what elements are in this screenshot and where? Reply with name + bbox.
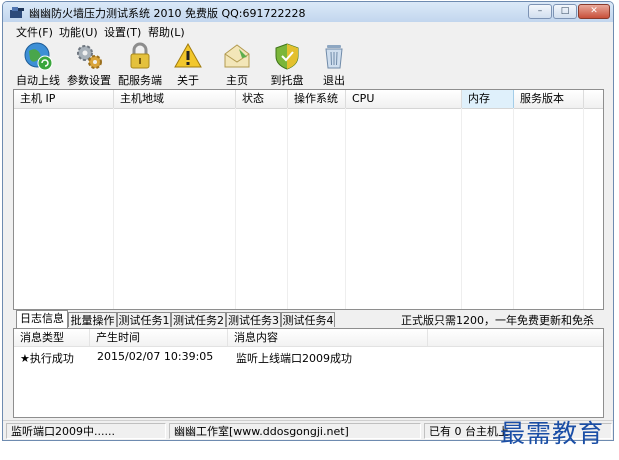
about-label: 关于 [177, 74, 199, 87]
log-message-content: 监听上线端口2009成功 [236, 352, 352, 365]
column-message-type[interactable]: 消息类型 [14, 329, 90, 346]
menu-file[interactable]: 文件(F) [16, 24, 53, 40]
gears-icon [77, 45, 102, 69]
host-list-header: 主机 IP 主机地域 状态 操作系统 CPU 内存 服务版本 [14, 90, 603, 109]
menu-bar: 文件(F) 功能(U) 设置(T) 帮助(L) [3, 22, 613, 39]
host-list[interactable]: 主机 IP 主机地域 状态 操作系统 CPU 内存 服务版本 [13, 89, 604, 310]
column-divider [235, 108, 236, 309]
envelope-icon [224, 44, 250, 68]
column-divider [345, 108, 346, 309]
tab-test-task-3[interactable]: 测试任务3 [226, 312, 281, 327]
main-window: 幽幽防火墙压力测试系统 2010 免费版 QQ:691722228 – □ ✕ … [2, 1, 614, 441]
column-host-ip[interactable]: 主机 IP [14, 90, 114, 108]
column-created-time[interactable]: 产生时间 [90, 329, 228, 346]
globe-recycle-icon [24, 42, 53, 71]
auto-online-label: 自动上线 [16, 74, 60, 87]
bottom-tabs: 日志信息 批量操作 测试任务1 测试任务2 测试任务3 测试任务4 正式版只需1… [13, 310, 604, 328]
parameter-settings-label: 参数设置 [67, 74, 111, 87]
to-tray-label: 到托盘 [270, 74, 304, 87]
title-bar[interactable]: 幽幽防火墙压力测试系统 2010 免费版 QQ:691722228 – □ ✕ [3, 2, 613, 23]
menu-settings[interactable]: 设置(T) [104, 24, 141, 40]
column-os[interactable]: 操作系统 [288, 90, 346, 108]
homepage-button[interactable]: 主页 [217, 41, 257, 87]
menu-function[interactable]: 功能(U) [59, 24, 98, 40]
column-divider [113, 108, 114, 309]
column-divider [287, 108, 288, 309]
tab-log-info[interactable]: 日志信息 [16, 310, 68, 328]
configure-server-label: 配服务端 [118, 74, 162, 87]
tab-test-task-1[interactable]: 测试任务1 [117, 312, 171, 327]
watermark-text: 最需教育 [500, 419, 605, 448]
app-icon [10, 7, 24, 18]
tab-test-task-4[interactable]: 测试任务4 [281, 312, 335, 327]
column-status[interactable]: 状态 [236, 90, 288, 108]
status-studio: 幽幽工作室[www.ddosgongji.net] [169, 423, 421, 439]
column-service-version[interactable]: 服务版本 [514, 90, 584, 108]
to-tray-button[interactable]: 到托盘 [265, 41, 309, 87]
homepage-label: 主页 [226, 74, 248, 87]
column-divider [583, 108, 584, 309]
configure-server-button[interactable]: 配服务端 [117, 41, 163, 87]
column-host-region[interactable]: 主机地域 [114, 90, 236, 108]
log-created-time: 2015/02/07 10:39:05 [97, 350, 214, 363]
tab-test-task-2[interactable]: 测试任务2 [171, 312, 226, 327]
column-divider [513, 108, 514, 309]
trash-icon [325, 45, 343, 69]
minimize-button[interactable]: – [528, 4, 552, 19]
status-listening: 监听端口2009中...... [6, 423, 166, 439]
column-cpu[interactable]: CPU [346, 90, 462, 108]
exit-button[interactable]: 退出 [315, 41, 353, 87]
window-title: 幽幽防火墙压力测试系统 2010 免费版 QQ:691722228 [29, 7, 306, 20]
tab-batch-operation[interactable]: 批量操作 [68, 312, 117, 327]
log-list[interactable]: 消息类型 产生时间 消息内容 ★执行成功 2015/02/07 10:39:05… [13, 328, 604, 418]
menu-help[interactable]: 帮助(L) [148, 24, 185, 40]
warning-icon [174, 42, 202, 68]
toolbar: 自动上线 参数设置 配服务端 关于 主页 到托盘 退出 [3, 39, 613, 89]
about-button[interactable]: 关于 [168, 41, 208, 87]
column-message-content[interactable]: 消息内容 [228, 329, 428, 346]
close-button[interactable]: ✕ [578, 4, 610, 19]
column-memory[interactable]: 内存 [462, 90, 514, 108]
promo-note: 正式版只需1200，一年免费更新和免杀 [401, 314, 594, 327]
exit-label: 退出 [323, 74, 345, 87]
parameter-settings-button[interactable]: 参数设置 [66, 41, 112, 87]
shield-icon [275, 43, 299, 70]
log-list-header: 消息类型 产生时间 消息内容 [14, 329, 603, 347]
log-message-type: ★执行成功 [20, 352, 74, 365]
maximize-button[interactable]: □ [553, 4, 577, 19]
column-divider [461, 108, 462, 309]
padlock-icon [130, 42, 150, 69]
auto-online-button[interactable]: 自动上线 [15, 41, 61, 87]
